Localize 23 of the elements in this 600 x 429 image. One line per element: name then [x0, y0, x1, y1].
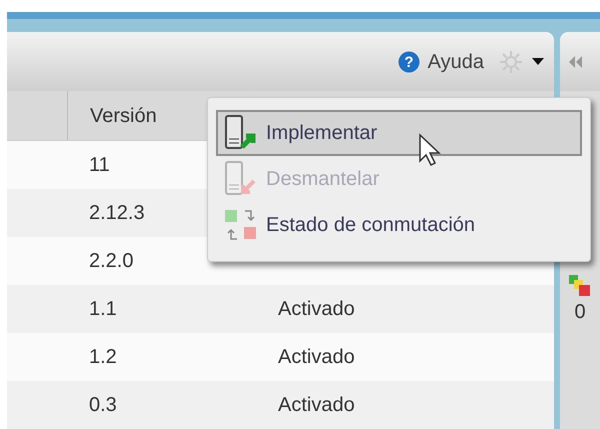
switch-state-icon — [224, 209, 258, 241]
menu-item[interactable]: Estado de conmutación — [216, 202, 582, 248]
server-arrow-icon — [224, 161, 258, 197]
help-icon[interactable]: ? — [398, 50, 420, 72]
version-cell-text: 11 — [89, 153, 110, 178]
status-count: 0 — [574, 300, 586, 325]
server-arrow-icon — [224, 115, 258, 151]
state-cell-text: Activado — [278, 297, 355, 322]
state-cell-text: Activado — [278, 393, 355, 418]
status-icon — [569, 275, 591, 297]
state-cell-text: Activado — [278, 345, 355, 370]
version-cell-text: 2.12.3 — [89, 201, 145, 226]
mouse-cursor-icon — [418, 133, 442, 167]
caret-icon[interactable] — [532, 58, 544, 65]
help-label[interactable]: Ayuda — [428, 46, 484, 76]
column-header[interactable]: Versión — [90, 100, 157, 130]
menu-item[interactable]: Implementar — [216, 110, 582, 156]
version-cell-text: 0.3 — [89, 393, 117, 418]
version-cell-text: 2.2.0 — [89, 249, 134, 274]
version-cell-text: 1.1 — [89, 297, 117, 322]
version-cell-text: 1.2 — [89, 345, 117, 370]
settings-icon[interactable] — [498, 48, 524, 74]
collapse-icon[interactable] — [568, 56, 582, 68]
